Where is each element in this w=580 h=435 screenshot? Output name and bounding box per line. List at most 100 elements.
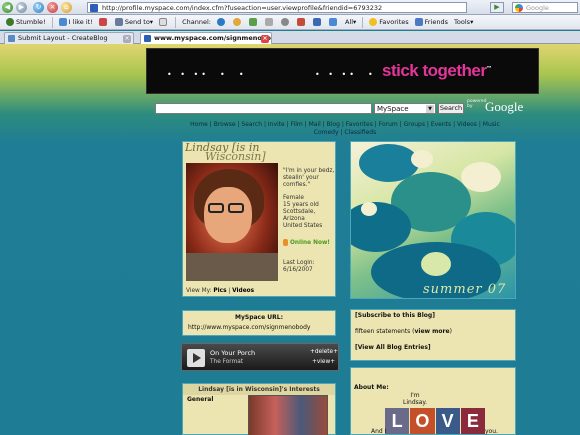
book-icon	[296, 18, 305, 26]
about-you: you.	[485, 428, 498, 435]
go-icon[interactable]: ▶	[490, 2, 504, 13]
photo-face	[204, 187, 252, 243]
channel-grid-button[interactable]	[248, 18, 259, 26]
channel-chat-button[interactable]	[328, 18, 339, 26]
comment-icon	[159, 18, 168, 26]
online-person-icon	[283, 239, 288, 246]
close-icon[interactable]: ×	[123, 35, 131, 43]
favorites-button[interactable]: Favorites	[369, 18, 409, 26]
trademark: ™	[486, 65, 491, 72]
site-search-input[interactable]	[155, 103, 372, 114]
delete-link[interactable]: +delete+	[310, 349, 338, 355]
play-button[interactable]	[187, 349, 205, 367]
thumbs-down-button[interactable]	[98, 18, 109, 26]
videos-link[interactable]: Videos	[232, 288, 254, 294]
back-icon[interactable]: ◀	[2, 2, 13, 13]
channel-pen-button[interactable]	[264, 18, 275, 26]
comment-button[interactable]	[159, 18, 169, 26]
last-login-label: Last Login:	[283, 260, 315, 266]
subscribe-link[interactable]: [Subscribe to this Blog]	[355, 312, 511, 320]
nav-link-groups[interactable]: Groups	[404, 121, 425, 128]
about-im: I'm	[410, 392, 420, 399]
about-intro: I'm Lindsay.	[403, 392, 427, 406]
nav-link-music[interactable]: Music	[483, 121, 500, 128]
blog-entry-title[interactable]: fifteen statements	[355, 328, 410, 335]
profile-card: Lindsay [is in Wisconsin] "I'm in your b…	[182, 141, 336, 297]
profile-photo[interactable]	[186, 163, 278, 281]
last-login-date: 6/16/2007	[283, 267, 313, 273]
banner-dots-left: • • •• • •	[167, 70, 247, 79]
friends-label: Friends	[424, 18, 449, 26]
like-button[interactable]: I like it!	[58, 18, 93, 26]
nav-link-videos[interactable]: Videos	[457, 121, 477, 128]
url-input[interactable]: http://profile.myspace.com/index.cfm?fus…	[87, 2, 467, 13]
banner-text: stick together™	[382, 61, 491, 81]
favorites-label: Favorites	[379, 18, 409, 26]
pics-link[interactable]: Pics	[213, 288, 226, 294]
banner-slogan: stick together	[382, 61, 487, 80]
favicon-icon	[90, 4, 98, 12]
photo-glasses-right	[228, 203, 244, 213]
nav-row-2: Comedy | Classifieds	[165, 129, 525, 137]
search-button[interactable]: Search	[438, 103, 464, 114]
stumble-label: Stumble!	[16, 18, 46, 26]
tab-myspace[interactable]: www.myspace.com/signmenobody ×	[140, 32, 272, 44]
url-value[interactable]: http://www.myspace.com/signmenobody	[183, 324, 335, 331]
nav-link-classifieds[interactable]: Classifieds	[344, 129, 376, 136]
nav-link-comedy[interactable]: Comedy	[314, 129, 339, 136]
channel-people-button[interactable]	[312, 18, 323, 26]
channel-gear-button[interactable]	[280, 18, 291, 26]
thumbs-up-icon	[58, 18, 67, 26]
about-name: Lindsay.	[403, 399, 428, 406]
tab-bar: Submit Layout - CreateBlog × www.myspace.…	[0, 31, 580, 44]
nav-link-favorites[interactable]: Favorites	[346, 121, 373, 128]
chat-icon	[328, 18, 337, 26]
like-label: I like it!	[68, 18, 93, 26]
banner-ad[interactable]: • • •• • • • • •• • stick together™	[146, 48, 539, 94]
stop-icon[interactable]: ×	[47, 2, 58, 13]
all-label: All	[344, 18, 354, 26]
close-icon[interactable]: ×	[261, 35, 269, 43]
send-to-button[interactable]: Send to ▾	[114, 18, 153, 26]
refresh-icon[interactable]: ↻	[33, 2, 44, 13]
tab-submit-layout[interactable]: Submit Layout - CreateBlog ×	[4, 32, 134, 44]
nav-link-mail[interactable]: Mail	[309, 121, 321, 128]
browser-search-placeholder: Google	[526, 4, 549, 12]
tab-label: www.myspace.com/signmenobody	[154, 34, 272, 42]
nav-link-events[interactable]: Events	[431, 121, 451, 128]
view-more-link[interactable]: view more	[415, 328, 450, 335]
people-icon	[312, 18, 321, 26]
nav-link-film[interactable]: Film	[291, 121, 303, 128]
home-icon[interactable]: ⌂	[61, 2, 72, 13]
online-label: Online Now!	[290, 240, 330, 246]
tools-button[interactable]: Tools ▾	[454, 18, 473, 26]
forward-icon[interactable]: ▶	[16, 2, 27, 13]
channel-label: Channel:	[182, 18, 211, 26]
channel-clock-button[interactable]	[232, 18, 243, 26]
nav-link-invite[interactable]: Invite	[268, 121, 285, 128]
love-letter: E	[460, 408, 485, 434]
nav-link-blog[interactable]: Blog	[327, 121, 340, 128]
nav-link-browse[interactable]: Browse	[214, 121, 236, 128]
channel-globe-button[interactable]	[216, 18, 227, 26]
friends-button[interactable]: Friends	[414, 18, 449, 26]
star-icon	[369, 18, 378, 26]
tab-favicon-icon	[144, 35, 151, 42]
nav-link-search[interactable]: Search	[241, 121, 262, 128]
view-all-blog-link[interactable]: [View All Blog Entries]	[355, 344, 511, 352]
pen-icon	[264, 18, 273, 26]
stumble-button[interactable]: Stumble!	[6, 18, 46, 26]
nav-link-home[interactable]: Home	[190, 121, 208, 128]
all-button[interactable]: All ▾	[345, 18, 356, 26]
last-login: Last Login: 6/16/2007	[283, 260, 335, 274]
browser-search-input[interactable]: Google	[512, 2, 578, 13]
search-scope-value: MySpace	[377, 105, 409, 113]
myspace-url-box: MySpace URL: http://www.myspace.com/sign…	[182, 310, 336, 336]
banner-dots-right: • • •• •	[315, 70, 376, 79]
view-link[interactable]: +view+	[312, 359, 335, 365]
search-scope-select[interactable]: MySpace ▼	[374, 103, 436, 114]
splat	[411, 150, 433, 168]
nav-link-forum[interactable]: Forum	[379, 121, 398, 128]
channel-book-button[interactable]	[296, 18, 307, 26]
interests-heading: Lindsay [is in Wisconsin]'s Interests	[183, 384, 335, 395]
